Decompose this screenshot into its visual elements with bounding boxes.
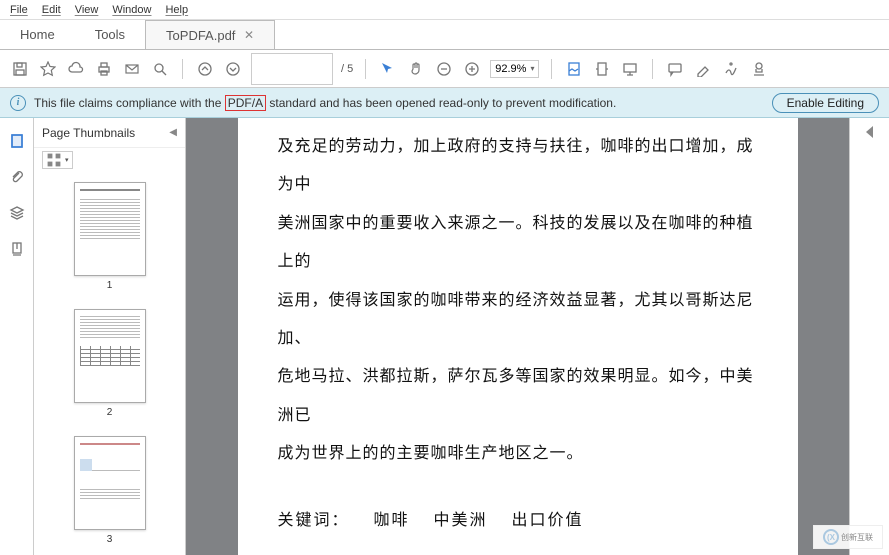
thumbnail-2[interactable]: 2 — [74, 309, 146, 418]
page-count: / 5 — [341, 63, 353, 75]
fit-page-icon[interactable] — [592, 59, 612, 79]
mail-icon[interactable] — [122, 59, 142, 79]
page-up-icon[interactable] — [195, 59, 215, 79]
menu-view[interactable]: View — [75, 4, 99, 16]
attachment-icon[interactable] — [8, 168, 26, 186]
thumb-page-number: 1 — [74, 280, 146, 291]
zoom-select[interactable]: 92.9% — [490, 60, 539, 78]
stamp-icon[interactable] — [749, 59, 769, 79]
thumb-page-number: 3 — [74, 534, 146, 545]
comment-icon[interactable] — [665, 59, 685, 79]
zoom-out-icon[interactable] — [434, 59, 454, 79]
separator — [652, 59, 653, 79]
tab-document-label: ToPDFA.pdf — [166, 28, 235, 43]
page-down-icon[interactable] — [223, 59, 243, 79]
notice-text: This file claims compliance with the PDF… — [34, 96, 616, 110]
sidebar-title: Page Thumbnails — [42, 126, 135, 140]
watermark: (X创新互联 — [813, 525, 883, 549]
thumbnail-3[interactable]: 3 — [74, 436, 146, 545]
save-icon[interactable] — [10, 59, 30, 79]
page-input[interactable] — [251, 53, 333, 85]
tab-home[interactable]: Home — [0, 20, 75, 49]
bookmark-icon[interactable] — [8, 240, 26, 258]
collapse-sidebar-icon[interactable]: ◀ — [169, 127, 177, 138]
fit-width-icon[interactable] — [564, 59, 584, 79]
close-tab-icon[interactable]: ✕ — [244, 28, 254, 42]
print-icon[interactable] — [94, 59, 114, 79]
info-icon: i — [10, 95, 26, 111]
zoom-in-icon[interactable] — [462, 59, 482, 79]
layers-icon[interactable] — [8, 204, 26, 222]
separator — [551, 59, 552, 79]
tab-tools[interactable]: Tools — [75, 20, 145, 49]
enable-editing-button[interactable]: Enable Editing — [772, 93, 879, 113]
expand-panel-icon — [866, 126, 873, 138]
right-panel-toggle[interactable] — [849, 118, 889, 555]
thumbnail-1[interactable]: 1 — [74, 182, 146, 291]
menu-file[interactable]: File — [10, 4, 28, 16]
document-viewer[interactable]: 及充足的劳动力，加上政府的支持与扶往，咖啡的出口增加，成为中 美洲国家中的重要收… — [186, 118, 849, 555]
menu-window[interactable]: Window — [112, 4, 151, 16]
pdfa-highlight: PDF/A — [225, 95, 266, 111]
arrow-icon[interactable] — [378, 59, 398, 79]
highlight-icon[interactable] — [693, 59, 713, 79]
tab-document[interactable]: ToPDFA.pdf ✕ — [145, 20, 275, 49]
cloud-icon[interactable] — [66, 59, 86, 79]
sign-icon[interactable] — [721, 59, 741, 79]
menu-help[interactable]: Help — [165, 4, 188, 16]
read-mode-icon[interactable] — [620, 59, 640, 79]
star-icon[interactable] — [38, 59, 58, 79]
thumb-page-number: 2 — [74, 407, 146, 418]
thumbnails-icon[interactable] — [8, 132, 26, 150]
separator — [182, 59, 183, 79]
thumb-options[interactable] — [42, 151, 73, 169]
search-icon[interactable] — [150, 59, 170, 79]
menu-edit[interactable]: Edit — [42, 4, 61, 16]
hand-icon[interactable] — [406, 59, 426, 79]
page-content: 及充足的劳动力，加上政府的支持与扶往，咖啡的出口增加，成为中 美洲国家中的重要收… — [238, 118, 798, 555]
separator — [365, 59, 366, 79]
